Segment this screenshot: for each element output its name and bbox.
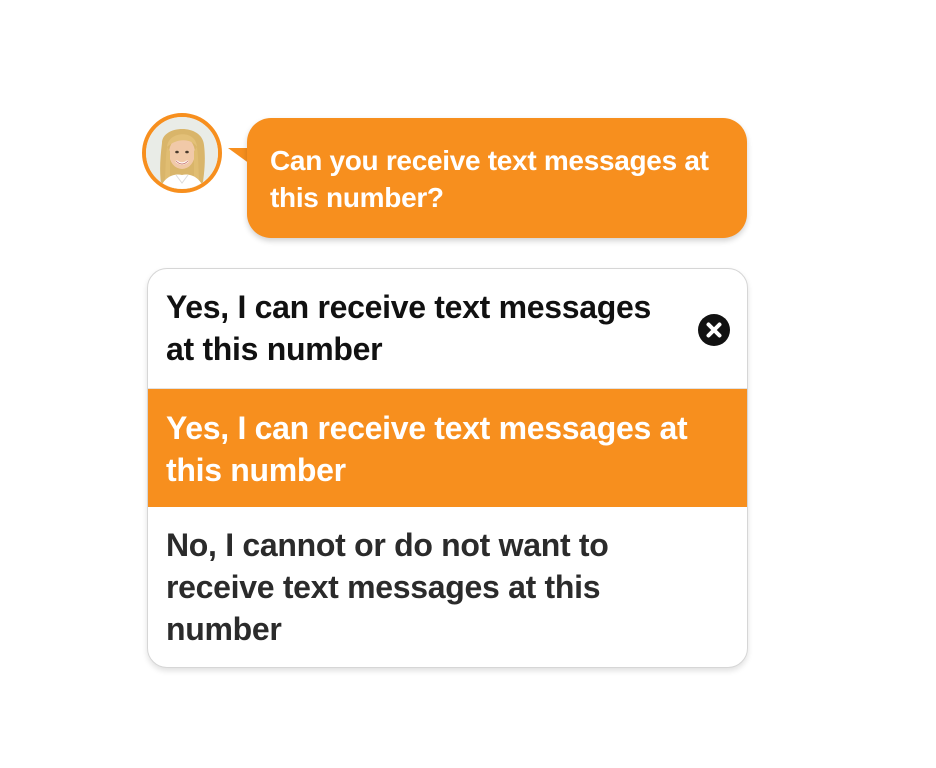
option-yes-label: Yes, I can receive text messages at this… bbox=[166, 410, 688, 488]
answer-options: Yes, I can receive text messages at this… bbox=[147, 268, 748, 668]
question-text: Can you receive text messages at this nu… bbox=[270, 145, 709, 213]
close-icon[interactable] bbox=[697, 313, 731, 347]
selected-answer-label: Yes, I can receive text messages at this… bbox=[166, 289, 651, 367]
option-no-label: No, I cannot or do not want to receive t… bbox=[166, 527, 609, 647]
question-bubble: Can you receive text messages at this nu… bbox=[247, 118, 747, 238]
avatar bbox=[142, 113, 222, 193]
option-yes[interactable]: Yes, I can receive text messages at this… bbox=[148, 389, 747, 507]
selected-answer[interactable]: Yes, I can receive text messages at this… bbox=[148, 269, 747, 389]
chat-stage: Can you receive text messages at this nu… bbox=[0, 0, 936, 768]
option-no[interactable]: No, I cannot or do not want to receive t… bbox=[148, 507, 747, 667]
woman-portrait-avatar-icon bbox=[146, 117, 218, 189]
